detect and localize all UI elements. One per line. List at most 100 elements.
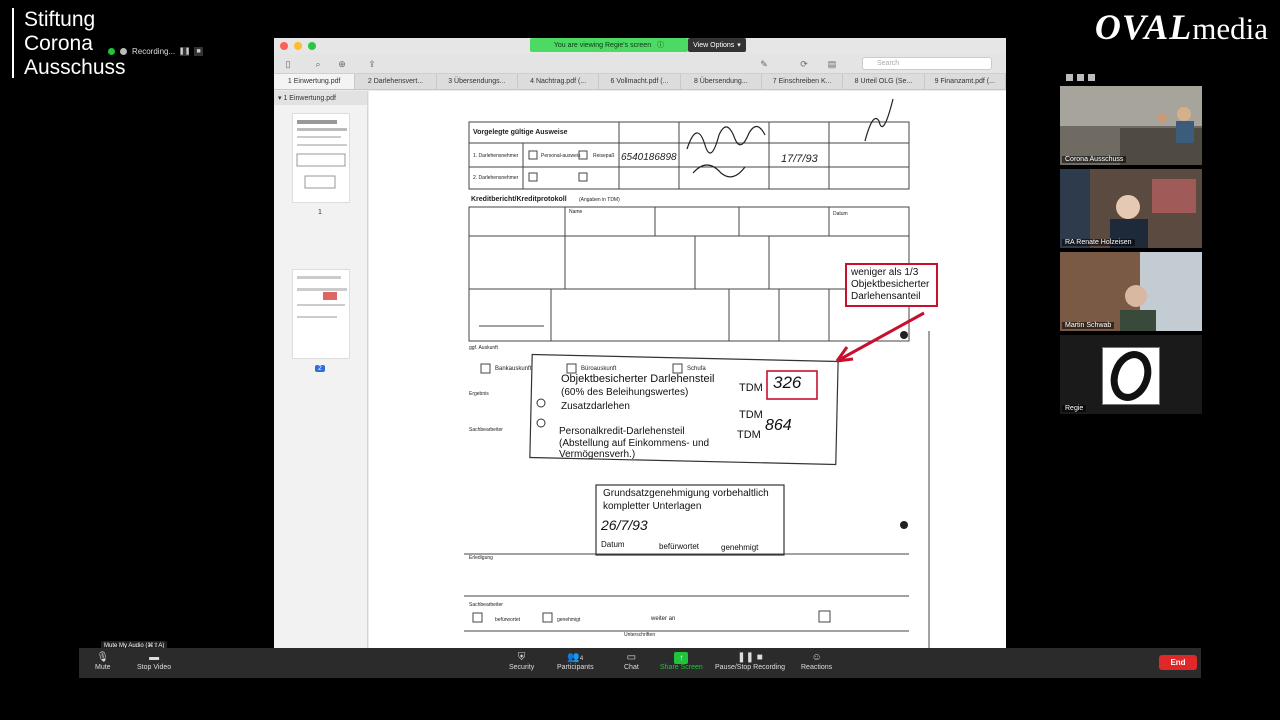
annotation-callout: weniger als 1/3 Objektbesicherter Darleh…: [845, 263, 938, 307]
oval-logo-icon: [1102, 347, 1160, 405]
tab-8[interactable]: 8 Urteil OLG (Se...: [843, 74, 925, 89]
grundsatz-befuerwortet: befürwortet: [659, 542, 700, 551]
annotation-arrow: [836, 311, 925, 363]
video-tile-corona-ausschuss[interactable]: Corona Ausschuss: [1060, 86, 1202, 165]
tab-4[interactable]: 4 Nachtrag.pdf (...: [518, 74, 600, 89]
pause-stop-icon: ❚❚ ■: [737, 652, 763, 663]
scanned-form: Vorgelegte gültige Ausweise 1. Darlehens…: [464, 98, 930, 648]
label-sachbearbeiter-2: Sachbearbeiter: [469, 602, 503, 608]
participant-name-1: Corona Ausschuss: [1062, 156, 1127, 163]
mute-button[interactable]: 🎙 Mute: [95, 652, 111, 671]
participants-label: Participants: [557, 664, 594, 671]
speaker-view-icon[interactable]: [1077, 73, 1084, 81]
label-auskunft: ggf. Auskunft: [469, 345, 499, 351]
label-ergebnis: Ergebnis: [469, 391, 489, 397]
tab-7[interactable]: 7 Einschreiben K...: [762, 74, 844, 89]
chat-button[interactable]: ▭ Chat: [624, 652, 639, 671]
row-label-2: 2. Darlehensnehmer: [473, 175, 519, 181]
info-icon: ⓘ: [657, 42, 665, 49]
pause-recording-icon[interactable]: ❚❚: [179, 46, 191, 56]
stop-video-label: Stop Video: [137, 664, 172, 671]
video-tile-regie[interactable]: Regie: [1060, 335, 1202, 414]
minimize-panel-icon[interactable]: [1066, 73, 1073, 81]
grundsatz-genehmigt: genehmigt: [721, 543, 759, 552]
thumbnail-sidebar: ▾ 1 Einwertung.pdf 1 2: [274, 91, 368, 648]
tdm-label-3: TDM: [737, 429, 761, 441]
tab-6[interactable]: 8 Übersendung...: [681, 74, 762, 89]
zoom-meeting-screen: Stiftung Corona Ausschuss Recording... ❚…: [0, 0, 1280, 720]
view-options-label: View Options: [693, 41, 735, 49]
label-erledigung: Erledigung: [469, 555, 493, 561]
handwritten-id: 6540186898: [621, 152, 677, 163]
grundsatz-date: 26/7/93: [601, 517, 648, 533]
participant-name-3: Martin Schwab: [1062, 322, 1115, 329]
grundsatz-title: Grundsatzgenehmigung vorbehaltlich: [603, 488, 769, 499]
video-feed-home: [1060, 252, 1202, 331]
handwritten-date: 17/7/93: [781, 153, 819, 165]
option-reisepass: Reisepaß: [593, 153, 614, 159]
share-icon[interactable]: ⇪: [366, 58, 378, 70]
shield-status-icon: [108, 47, 115, 55]
page-thumbnail-2[interactable]: [292, 269, 350, 359]
tab-9[interactable]: 9 Finanzamt.pdf (...: [925, 74, 1006, 89]
participants-button[interactable]: 👥4 Participants: [557, 652, 594, 671]
video-camera-icon: ▬: [149, 652, 160, 663]
logo-bar: [12, 8, 14, 78]
end-meeting-button[interactable]: End: [1159, 655, 1197, 670]
view-options-button[interactable]: View Options ▾: [688, 38, 746, 52]
grundsatz-sub: kompletter Unterlagen: [603, 501, 702, 512]
thumbnail-file-name: 1 Einwertung.pdf: [283, 95, 337, 102]
reactions-button[interactable]: ☺ Reactions: [801, 652, 832, 671]
search-input[interactable]: Search: [862, 57, 992, 70]
page-number-2: 2: [315, 365, 325, 372]
value-objektbesichert: 326: [773, 373, 802, 392]
highlight-icon[interactable]: ▤: [826, 58, 838, 70]
tab-5[interactable]: 6 Vollmacht.pdf (...: [599, 74, 681, 89]
label-weiter-an: weiter an: [650, 616, 675, 622]
label-bankauskunft: Bankauskunft: [495, 366, 532, 372]
tab-1[interactable]: 1 Einwertung.pdf: [274, 74, 356, 89]
video-tile-renate-holzeisen[interactable]: RA Renate Holzeisen: [1060, 169, 1202, 248]
maximize-window-icon[interactable]: [308, 42, 316, 50]
participant-name-4: Regie: [1062, 405, 1087, 412]
chevron-down-icon: ▾: [737, 42, 741, 49]
share-screen-button[interactable]: ↑ Share Screen: [660, 652, 703, 671]
oval-letter-icon: [1110, 351, 1152, 401]
annotation-line-1: weniger als 1/3: [851, 267, 919, 278]
pause-recording-button[interactable]: ❚❚ ■ Pause/Stop Recording: [715, 652, 785, 671]
checkbox-genehmigt: genehmigt: [557, 617, 581, 623]
sidebar-toggle-icon[interactable]: ▯: [282, 58, 294, 70]
page-thumbnail-1[interactable]: [292, 113, 350, 203]
tab-2[interactable]: 2 Darlehensvert...: [355, 74, 437, 89]
window-titlebar: You are viewing Regie's screen ⓘ View Op…: [274, 38, 1006, 54]
participants-count: 4: [579, 656, 584, 662]
thumbnail-file-header[interactable]: ▾ 1 Einwertung.pdf: [274, 91, 367, 105]
share-screen-icon: ↑: [674, 652, 689, 664]
zoom-out-icon[interactable]: ⌕: [312, 58, 324, 70]
stamp-line-3-sub2: Vermögensverh.): [559, 449, 636, 460]
pdf-page-view: Vorgelegte gültige Ausweise 1. Darlehens…: [369, 91, 1006, 648]
video-tile-martin-schwab[interactable]: Martin Schwab: [1060, 252, 1202, 331]
zoom-in-icon[interactable]: ⊕: [336, 58, 348, 70]
stop-video-button[interactable]: ▬ Stop Video: [137, 652, 171, 671]
markup-pen-icon[interactable]: ✎: [758, 58, 770, 70]
section-kreditbericht: Kreditbericht/Kreditprotokoll: [471, 196, 567, 203]
search-placeholder: Search: [877, 60, 900, 67]
tab-3[interactable]: 3 Übersendungs...: [437, 74, 518, 89]
stop-recording-icon[interactable]: ■: [194, 46, 204, 56]
stamp-line-1-sub: (60% des Beleihungswertes): [561, 387, 689, 398]
document-tabs: 1 Einwertung.pdf 2 Darlehensvert... 3 Üb…: [274, 74, 1006, 90]
recording-label: Recording...: [132, 46, 176, 56]
participants-icon: 👥4: [567, 652, 584, 663]
annotation-line-2: Objektbesicherter: [851, 279, 930, 290]
gallery-view-icon[interactable]: [1088, 73, 1095, 81]
rotate-icon[interactable]: ⟳: [798, 58, 810, 70]
security-button[interactable]: ⛨ Security: [509, 652, 534, 671]
window-controls: [280, 42, 316, 50]
minimize-window-icon[interactable]: [294, 42, 302, 50]
share-screen-label: Share Screen: [660, 664, 703, 671]
participant-panel: Corona Ausschuss RA Renate Holzeisen Mar…: [1060, 70, 1202, 416]
thumbnail-preview-1: [296, 120, 347, 189]
annotation-line-3: Darlehensanteil: [851, 291, 921, 302]
close-window-icon[interactable]: [280, 42, 288, 50]
